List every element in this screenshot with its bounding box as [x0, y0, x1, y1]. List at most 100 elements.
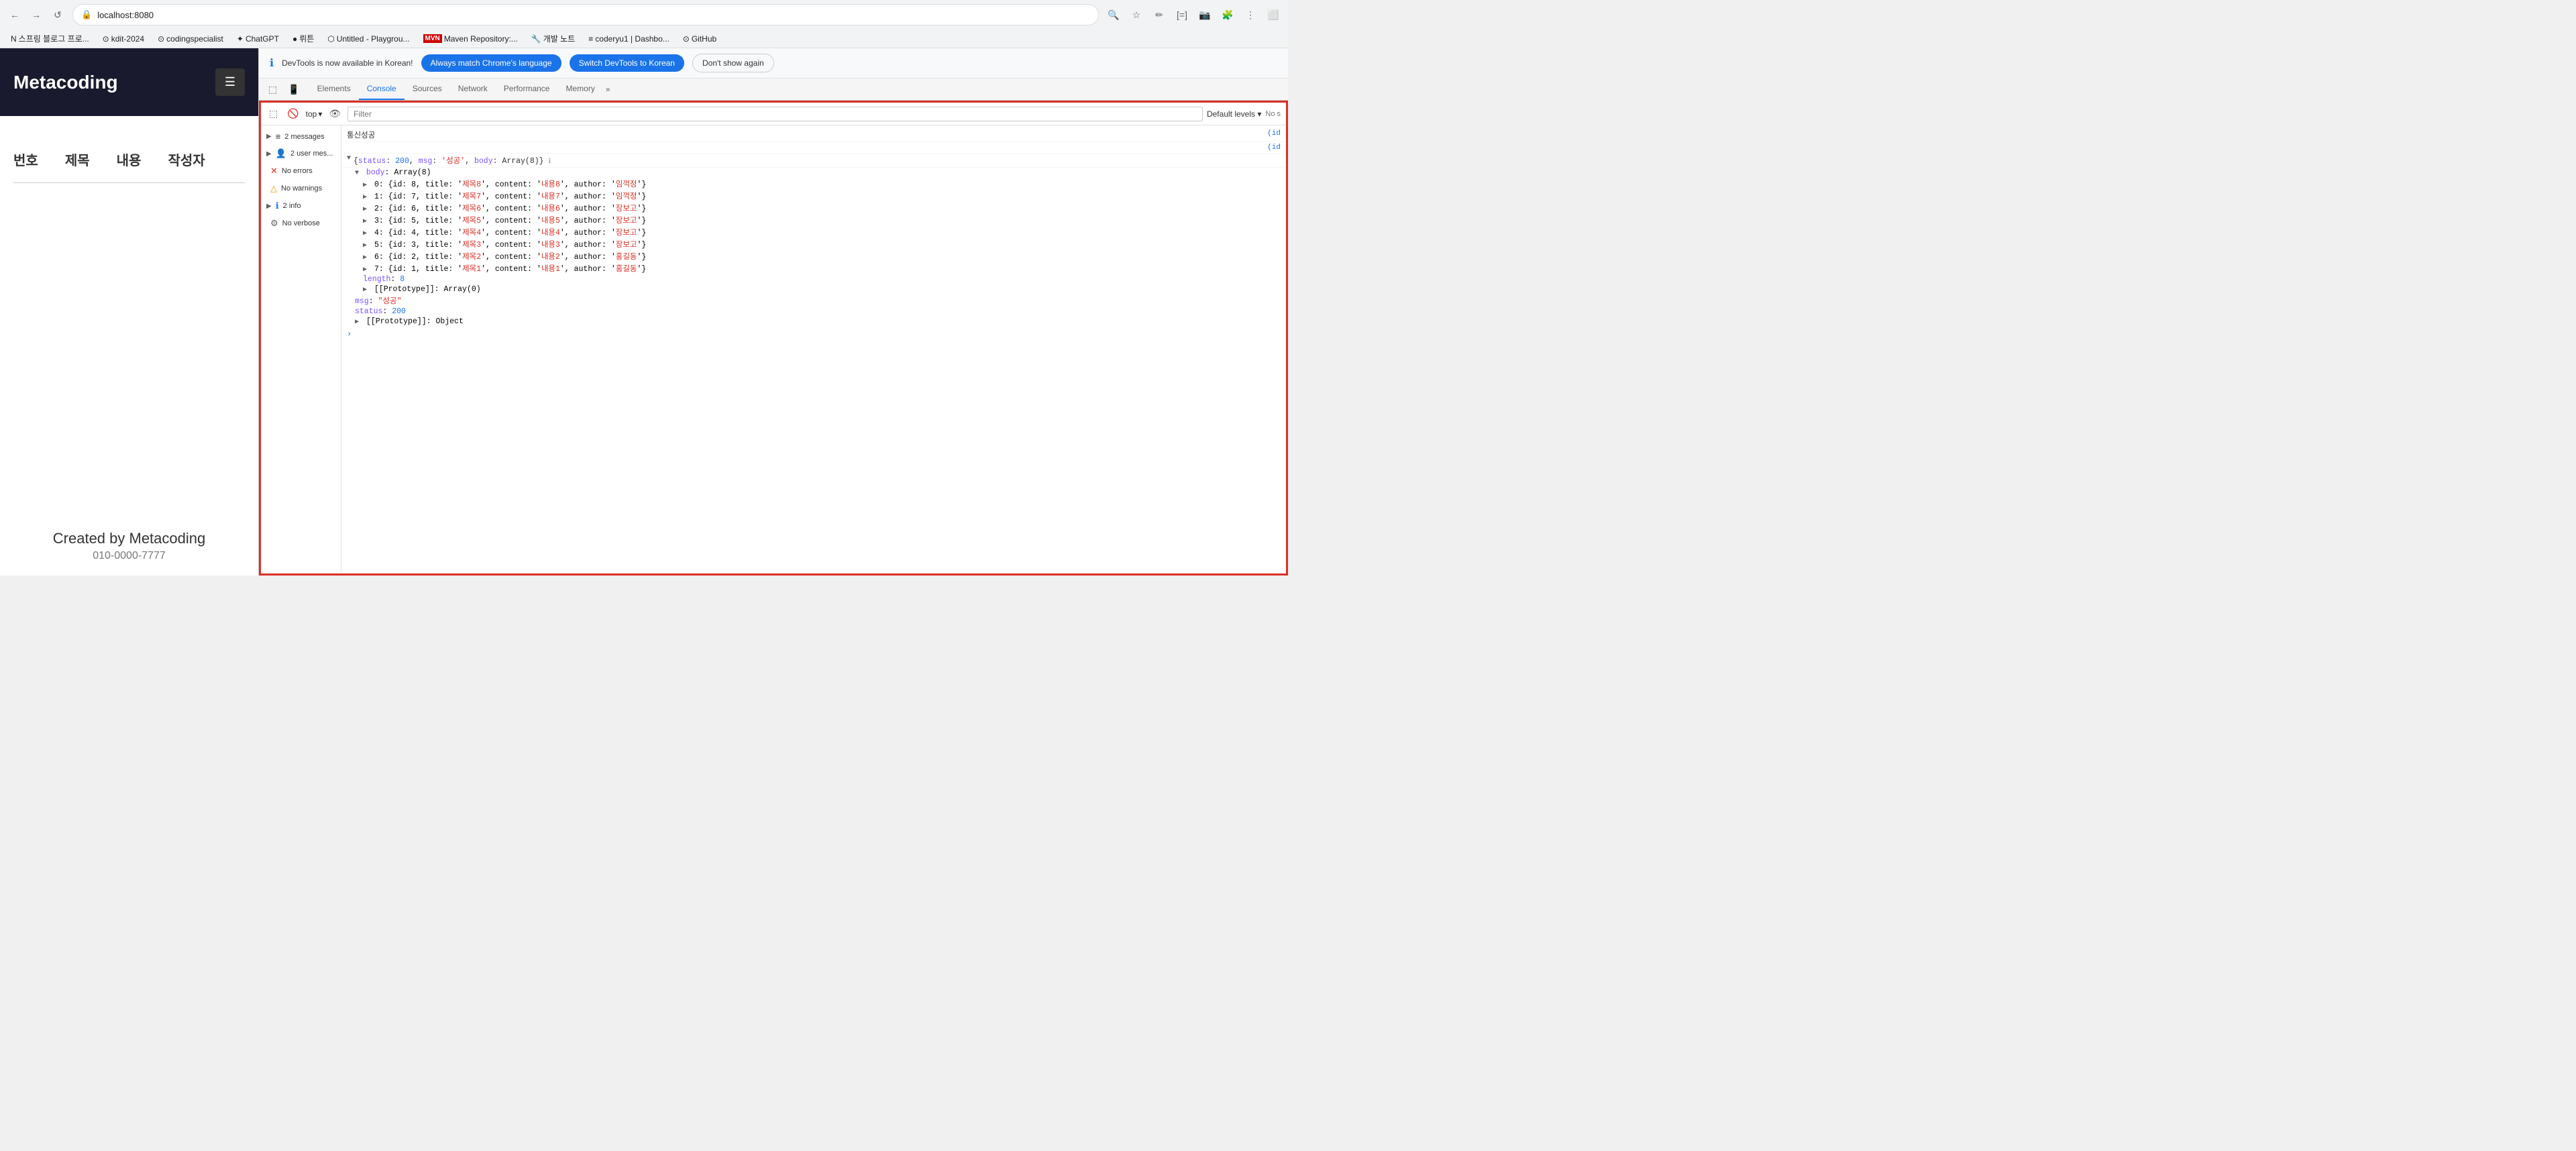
filter-input[interactable] [347, 107, 1203, 121]
address-bar[interactable]: 🔒 localhost:8080 [72, 4, 1099, 25]
search-icon[interactable]: 🔍 [1104, 5, 1123, 24]
expand-btn-7[interactable]: ▶ [363, 266, 367, 274]
tab-sources[interactable]: Sources [405, 78, 450, 100]
expand-btn-5[interactable]: ▶ [363, 242, 367, 250]
footer-title: Created by Metacoding [13, 530, 245, 547]
bookmark-coderyu[interactable]: ≡ coderyu1 | Dashbo... [583, 32, 675, 46]
tab-memory[interactable]: Memory [557, 78, 602, 100]
bookmark-coding[interactable]: ⊙ codingspecialist [152, 32, 229, 46]
forward-button[interactable]: → [27, 5, 46, 24]
expand-btn-0[interactable]: ▶ [363, 182, 367, 189]
dont-show-button[interactable]: Don't show again [692, 54, 774, 72]
chatgpt-icon: ✦ [237, 34, 244, 44]
prototype-obj-text: [[Prototype]]: Object [366, 317, 464, 326]
always-match-button[interactable]: Always match Chrome's language [421, 54, 561, 72]
array-item-0[interactable]: ▶ 0: {id: 8, title: '제목8', content: '내용8… [341, 178, 1286, 190]
naver-icon: N [11, 34, 17, 44]
bookmark-icon[interactable]: ☆ [1127, 5, 1146, 24]
prototype-obj-line[interactable]: ▶ [[Prototype]]: Object [341, 317, 1286, 327]
bookmark-maven[interactable]: MVN Maven Repository:... [418, 32, 523, 46]
pen-icon[interactable]: ✏ [1150, 5, 1169, 24]
col-title: 제목 [65, 150, 90, 169]
bookmark-naver[interactable]: N 스프링 블로그 프로... [5, 31, 95, 46]
success-text: 통신성공 [347, 129, 1267, 140]
info-label: 2 info [283, 202, 301, 210]
expand-btn-body[interactable]: ▼ [355, 170, 359, 177]
array-item-2[interactable]: ▶ 2: {id: 6, title: '제목6', content: '내용6… [341, 202, 1286, 214]
expand-btn-4[interactable]: ▶ [363, 230, 367, 237]
sidebar-verbose[interactable]: ⚙ No verbose [261, 215, 341, 232]
screenshot-icon[interactable]: 📷 [1195, 5, 1214, 24]
bookmark-label: Untitled - Playgrou... [337, 34, 410, 44]
tab-elements[interactable]: Elements [309, 78, 359, 100]
array-item-7[interactable]: ▶ 7: {id: 1, title: '제목1', content: '내용1… [341, 262, 1286, 274]
clear-console[interactable]: 🚫 [284, 105, 301, 122]
sidebar-warnings[interactable]: △ No warnings [261, 180, 341, 197]
prompt-arrow: › [347, 329, 352, 339]
levels-selector[interactable]: Default levels ▾ [1207, 109, 1261, 119]
bookmark-label: kdit-2024 [111, 34, 144, 44]
console-obj-root[interactable]: ▼ {status: 200, msg: '성공', body: Array(8… [341, 154, 1286, 168]
user-icon: 👤 [276, 148, 286, 159]
expand-arrow2: ▶ [266, 150, 272, 158]
bookmark-kdit[interactable]: ⊙ kdit-2024 [97, 32, 150, 46]
browser-chrome: ← → ↺ 🔒 localhost:8080 🔍 ☆ ✏ [=] 📷 🧩 ⋮ ⬜… [0, 0, 1288, 48]
info-icon2: ℹ [276, 201, 279, 211]
msg-key: msg [355, 297, 369, 306]
tab-console[interactable]: Console [359, 78, 405, 100]
expand-btn-proto-arr[interactable]: ▶ [363, 286, 367, 294]
window-icon[interactable]: ⬜ [1264, 5, 1283, 24]
hamburger-button[interactable]: ☰ [215, 68, 245, 96]
bookmark-chatgpt[interactable]: ✦ ChatGPT [231, 32, 284, 46]
prototype-array-line[interactable]: ▶ [[Prototype]]: Array(0) [341, 284, 1286, 294]
playground-icon: ⬡ [327, 34, 334, 44]
expand-btn-proto-obj[interactable]: ▶ [355, 319, 359, 326]
array-item-4[interactable]: ▶ 4: {id: 4, title: '제목4', content: '내용4… [341, 226, 1286, 238]
array-item-5[interactable]: ▶ 5: {id: 3, title: '제목3', content: '내용3… [341, 238, 1286, 250]
col-author: 작성자 [168, 150, 205, 169]
expand-btn-1[interactable]: ▶ [363, 194, 367, 201]
info-icon: ℹ [270, 56, 274, 70]
array-item-3[interactable]: ▶ 3: {id: 5, title: '제목5', content: '내용5… [341, 214, 1286, 226]
tab-network[interactable]: Network [450, 78, 496, 100]
expand-btn-6[interactable]: ▶ [363, 254, 367, 262]
array-item-1[interactable]: ▶ 1: {id: 7, title: '제목7', content: '내용7… [341, 190, 1286, 202]
maven-icon: MVN [423, 34, 442, 43]
bookmark-playground[interactable]: ⬡ Untitled - Playgrou... [322, 32, 415, 46]
more-tabs[interactable]: » [603, 79, 613, 99]
bookmark-devnotes[interactable]: 🔧 개발 노트 [526, 31, 580, 46]
mobile-icon[interactable]: 📱 [284, 80, 303, 99]
col-content: 내용 [117, 150, 142, 169]
bookmark-ryuten[interactable]: ● 뤼튼 [287, 31, 319, 46]
sidebar-user-messages[interactable]: ▶ 👤 2 user mes... [261, 145, 341, 162]
console-line-success: 통신성공 (id [341, 128, 1286, 142]
inspector-icon[interactable]: ⬚ [264, 80, 281, 99]
array-item-6[interactable]: ▶ 6: {id: 2, title: '제목2', content: '내용2… [341, 250, 1286, 262]
main-area: Metacoding ☰ 번호 제목 내용 작성자 Created by Met… [0, 48, 1288, 576]
expand-btn-2[interactable]: ▶ [363, 206, 367, 213]
item-2-text: 2: {id: 6, title: '제목6', content: '내용6',… [374, 205, 646, 213]
expand-btn-root[interactable]: ▼ [347, 155, 351, 162]
sidebar-toggle[interactable]: ⬚ [266, 105, 280, 122]
back-button[interactable]: ← [5, 5, 24, 24]
sidebar-errors[interactable]: ✕ No errors [261, 162, 341, 180]
sidebar-info[interactable]: ▶ ℹ 2 info [261, 197, 341, 215]
tab-performance[interactable]: Performance [496, 78, 558, 100]
item-3-text: 3: {id: 5, title: '제목5', content: '내용5',… [374, 217, 646, 225]
reload-button[interactable]: ↺ [48, 5, 67, 24]
github-icon3: ⊙ [683, 34, 690, 44]
menu-icon[interactable]: ⋮ [1241, 5, 1260, 24]
col-number: 번호 [13, 150, 38, 169]
context-selector[interactable]: top ▾ [306, 109, 323, 119]
body-array-line[interactable]: ▼ body: Array(8) [341, 168, 1286, 178]
sidebar-messages[interactable]: ▶ ≡ 2 messages [261, 128, 341, 145]
bookmark-github[interactable]: ⊙ GitHub [678, 32, 722, 46]
source-link-2[interactable]: (id [1267, 144, 1281, 152]
media-icon[interactable]: [=] [1173, 5, 1191, 24]
switch-korean-button[interactable]: Switch DevTools to Korean [570, 54, 684, 72]
eye-icon[interactable]: 👁 [326, 105, 343, 122]
expand-btn-3[interactable]: ▶ [363, 218, 367, 225]
console-prompt[interactable]: › [341, 327, 1286, 341]
extensions-icon[interactable]: 🧩 [1218, 5, 1237, 24]
source-link-1[interactable]: (id [1267, 129, 1281, 138]
